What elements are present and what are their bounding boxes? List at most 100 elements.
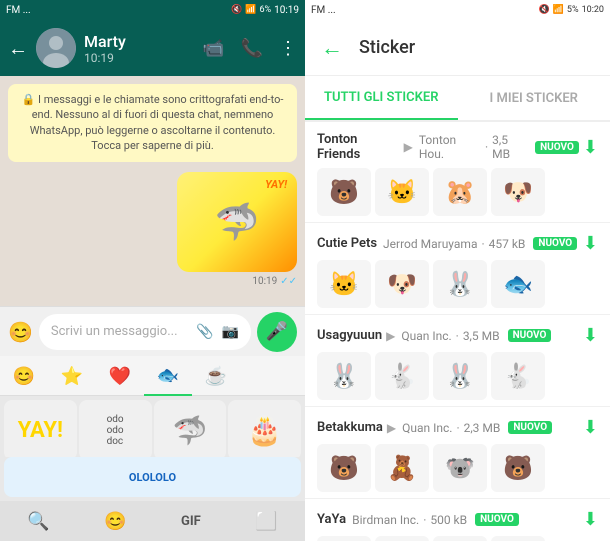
pack-size-0: · bbox=[485, 140, 488, 154]
last-seen: 10:19 bbox=[84, 51, 194, 65]
kb-sticker-tab[interactable]: 🐟 bbox=[144, 356, 192, 396]
emoji-input-icon[interactable]: 😊 bbox=[8, 320, 33, 344]
pack-sticker-3-1[interactable]: 🧸 bbox=[375, 444, 429, 492]
pack-header-0: Tonton Friends ▶ Tonton Hou. · 3,5 MB NU… bbox=[317, 132, 598, 162]
pack-name-4: YaYa bbox=[317, 512, 346, 527]
pack-author-3: Quan Inc. bbox=[402, 421, 452, 435]
pack-size-2: · bbox=[456, 329, 459, 343]
pack-author-4: Birdman Inc. bbox=[352, 513, 419, 527]
kb-gif-icon[interactable]: GIF bbox=[181, 514, 201, 529]
pack-sticker-0-3[interactable]: 🐶 bbox=[491, 168, 545, 216]
status-bar-right: FM ... 🔇 📶 5% 10:20 bbox=[305, 0, 610, 20]
chat-area: 🔒 I messaggi e le chiamate sono crittogr… bbox=[0, 76, 305, 306]
pack-author-0: Tonton Hou. bbox=[419, 133, 481, 161]
carrier-right: FM ... bbox=[311, 5, 336, 16]
voice-call-icon[interactable]: 📞 bbox=[241, 38, 263, 59]
pack-size-1: · bbox=[481, 237, 484, 251]
kb-emoji-bottom-icon[interactable]: 😊 bbox=[104, 511, 126, 532]
pack-size-val-4: 500 kB bbox=[430, 513, 467, 527]
pack-size-4: · bbox=[423, 513, 426, 527]
sticker-tabs: TUTTI GLI STICKER I MIEI STICKER bbox=[305, 76, 610, 122]
sticker-image: 🦈 YAY! bbox=[177, 172, 297, 272]
pack-sticker-3-0[interactable]: 🐻 bbox=[317, 444, 371, 492]
pack-new-badge-0: NUOVO bbox=[535, 141, 579, 154]
system-message[interactable]: 🔒 I messaggi e le chiamate sono crittogr… bbox=[8, 84, 297, 162]
kb-coffee-tab[interactable]: ☕ bbox=[192, 356, 240, 396]
pack-sticker-1-3[interactable]: 🐟 bbox=[491, 260, 545, 308]
pack-size-val-1: 457 kB bbox=[489, 237, 526, 251]
kb-heart-tab[interactable]: ❤️ bbox=[96, 356, 144, 396]
pack-sticker-3-3[interactable]: 🐻 bbox=[491, 444, 545, 492]
sticker-cell-3[interactable]: 🦈 bbox=[154, 400, 227, 457]
pack-sticker-0-0[interactable]: 🐻 bbox=[317, 168, 371, 216]
pack-sticker-1-1[interactable]: 🐶 bbox=[375, 260, 429, 308]
pack-sticker-2-1[interactable]: 🐇 bbox=[375, 352, 429, 400]
pack-size-val-2: 3,5 MB bbox=[463, 329, 500, 343]
avatar[interactable] bbox=[36, 28, 76, 68]
pack-sticker-2-2[interactable]: 🐰 bbox=[433, 352, 487, 400]
pack-header-1: Cutie Pets Jerrod Maruyama · 457 kB NUOV… bbox=[317, 233, 598, 254]
pack-size-3: · bbox=[456, 421, 459, 435]
back-button[interactable]: ← bbox=[8, 36, 28, 61]
input-placeholder: Scrivi un messaggio... bbox=[51, 324, 188, 339]
sticker-pack-0: Tonton Friends ▶ Tonton Hou. · 3,5 MB NU… bbox=[305, 122, 610, 223]
camera-icon[interactable]: 📷 bbox=[222, 324, 239, 340]
pack-download-4[interactable]: ⬇ bbox=[583, 509, 598, 530]
chat-header: ← Marty 10:19 📹 📞 ⋮ bbox=[0, 20, 305, 76]
pack-author-2: Quan Inc. bbox=[401, 329, 451, 343]
pack-size-val-3: 2,3 MB bbox=[464, 421, 501, 435]
pack-sticker-4-3[interactable]: 👔 bbox=[491, 536, 545, 541]
kb-search-icon[interactable]: 🔍 bbox=[27, 511, 49, 532]
pack-play-2[interactable]: ▶ bbox=[386, 329, 395, 343]
pack-download-1[interactable]: ⬇ bbox=[583, 233, 598, 254]
pack-name-0: Tonton Friends bbox=[317, 132, 400, 162]
attachment-icon[interactable]: 📎 bbox=[196, 324, 213, 340]
pack-sticker-2-0[interactable]: 🐰 bbox=[317, 352, 371, 400]
pack-new-badge-2: NUOVO bbox=[508, 329, 552, 342]
mic-button[interactable]: 🎤 bbox=[257, 312, 297, 352]
pack-download-0[interactable]: ⬇ bbox=[583, 137, 598, 158]
pack-header-3: Betakkuma ▶ Quan Inc. · 2,3 MB NUOVO ⬇ bbox=[317, 417, 598, 438]
pack-author-1: Jerrod Maruyama bbox=[383, 237, 477, 251]
tab-i-miei-sticker[interactable]: I MIEI STICKER bbox=[458, 76, 610, 120]
kb-star-tab[interactable]: ⭐ bbox=[48, 356, 96, 396]
pack-sticker-1-2[interactable]: 🐰 bbox=[433, 260, 487, 308]
sticker-cell-4[interactable]: 🎂 bbox=[228, 400, 301, 457]
tab-tutti-gli-sticker[interactable]: TUTTI GLI STICKER bbox=[305, 76, 458, 120]
video-call-icon[interactable]: 📹 bbox=[202, 38, 224, 59]
pack-sticker-3-2[interactable]: 🐨 bbox=[433, 444, 487, 492]
pack-sticker-2-3[interactable]: 🐇 bbox=[491, 352, 545, 400]
pack-sticker-4-1[interactable]: 🏋️ bbox=[375, 536, 429, 541]
pack-name-2: Usagyuuun bbox=[317, 328, 382, 343]
sticker-message: 🦈 YAY! bbox=[8, 172, 297, 272]
chat-panel: FM ... 🔇 📶 6% 10:19 ← Marty 10:19 bbox=[0, 0, 305, 541]
kb-sticker-bottom-icon[interactable]: ⬜ bbox=[255, 511, 277, 532]
sticker-keyboard-grid: YAY! odoododoc 🦈 🎂 🦈 🌊 OMG 🦈 bbox=[0, 396, 305, 457]
pack-play-3[interactable]: ▶ bbox=[387, 421, 396, 435]
sticker-cell-olololo[interactable]: OLOLOLO bbox=[4, 457, 301, 497]
pack-sticker-0-1[interactable]: 🐱 bbox=[375, 168, 429, 216]
read-receipt: ✓✓ bbox=[280, 276, 297, 287]
menu-icon[interactable]: ⋮ bbox=[279, 38, 297, 59]
pack-download-2[interactable]: ⬇ bbox=[583, 325, 598, 346]
sticker-pack-2: Usagyuuun ▶ Quan Inc. · 3,5 MB NUOVO ⬇ 🐰… bbox=[305, 315, 610, 407]
sticker-store-header: ← Sticker bbox=[305, 20, 610, 76]
pack-download-3[interactable]: ⬇ bbox=[583, 417, 598, 438]
status-icons-left: 🔇 📶 6% 10:19 bbox=[231, 5, 299, 16]
pack-play-0[interactable]: ▶ bbox=[404, 140, 413, 154]
sticker-back-button[interactable]: ← bbox=[321, 35, 343, 61]
pack-stickers-2: 🐰 🐇 🐰 🐇 bbox=[317, 352, 598, 400]
sticker-pack-1: Cutie Pets Jerrod Maruyama · 457 kB NUOV… bbox=[305, 223, 610, 315]
pack-sticker-0-2[interactable]: 🐹 bbox=[433, 168, 487, 216]
sticker-pack-list: Tonton Friends ▶ Tonton Hou. · 3,5 MB NU… bbox=[305, 122, 610, 541]
pack-size-val-0: 3,5 MB bbox=[492, 133, 527, 161]
kb-emoji-tab[interactable]: 😊 bbox=[0, 356, 48, 396]
sticker-cell-1[interactable]: YAY! bbox=[4, 400, 77, 457]
pack-sticker-4-2[interactable]: 😄 bbox=[433, 536, 487, 541]
pack-sticker-1-0[interactable]: 🐱 bbox=[317, 260, 371, 308]
pack-sticker-4-0[interactable]: 🤵 bbox=[317, 536, 371, 541]
message-input-field[interactable]: Scrivi un messaggio... 📎 📷 bbox=[39, 314, 251, 350]
pack-new-badge-3: NUOVO bbox=[508, 421, 552, 434]
keyboard-bottom-bar: 🔍 😊 GIF ⬜ bbox=[0, 501, 305, 541]
sticker-cell-2[interactable]: odoododoc bbox=[79, 400, 152, 457]
